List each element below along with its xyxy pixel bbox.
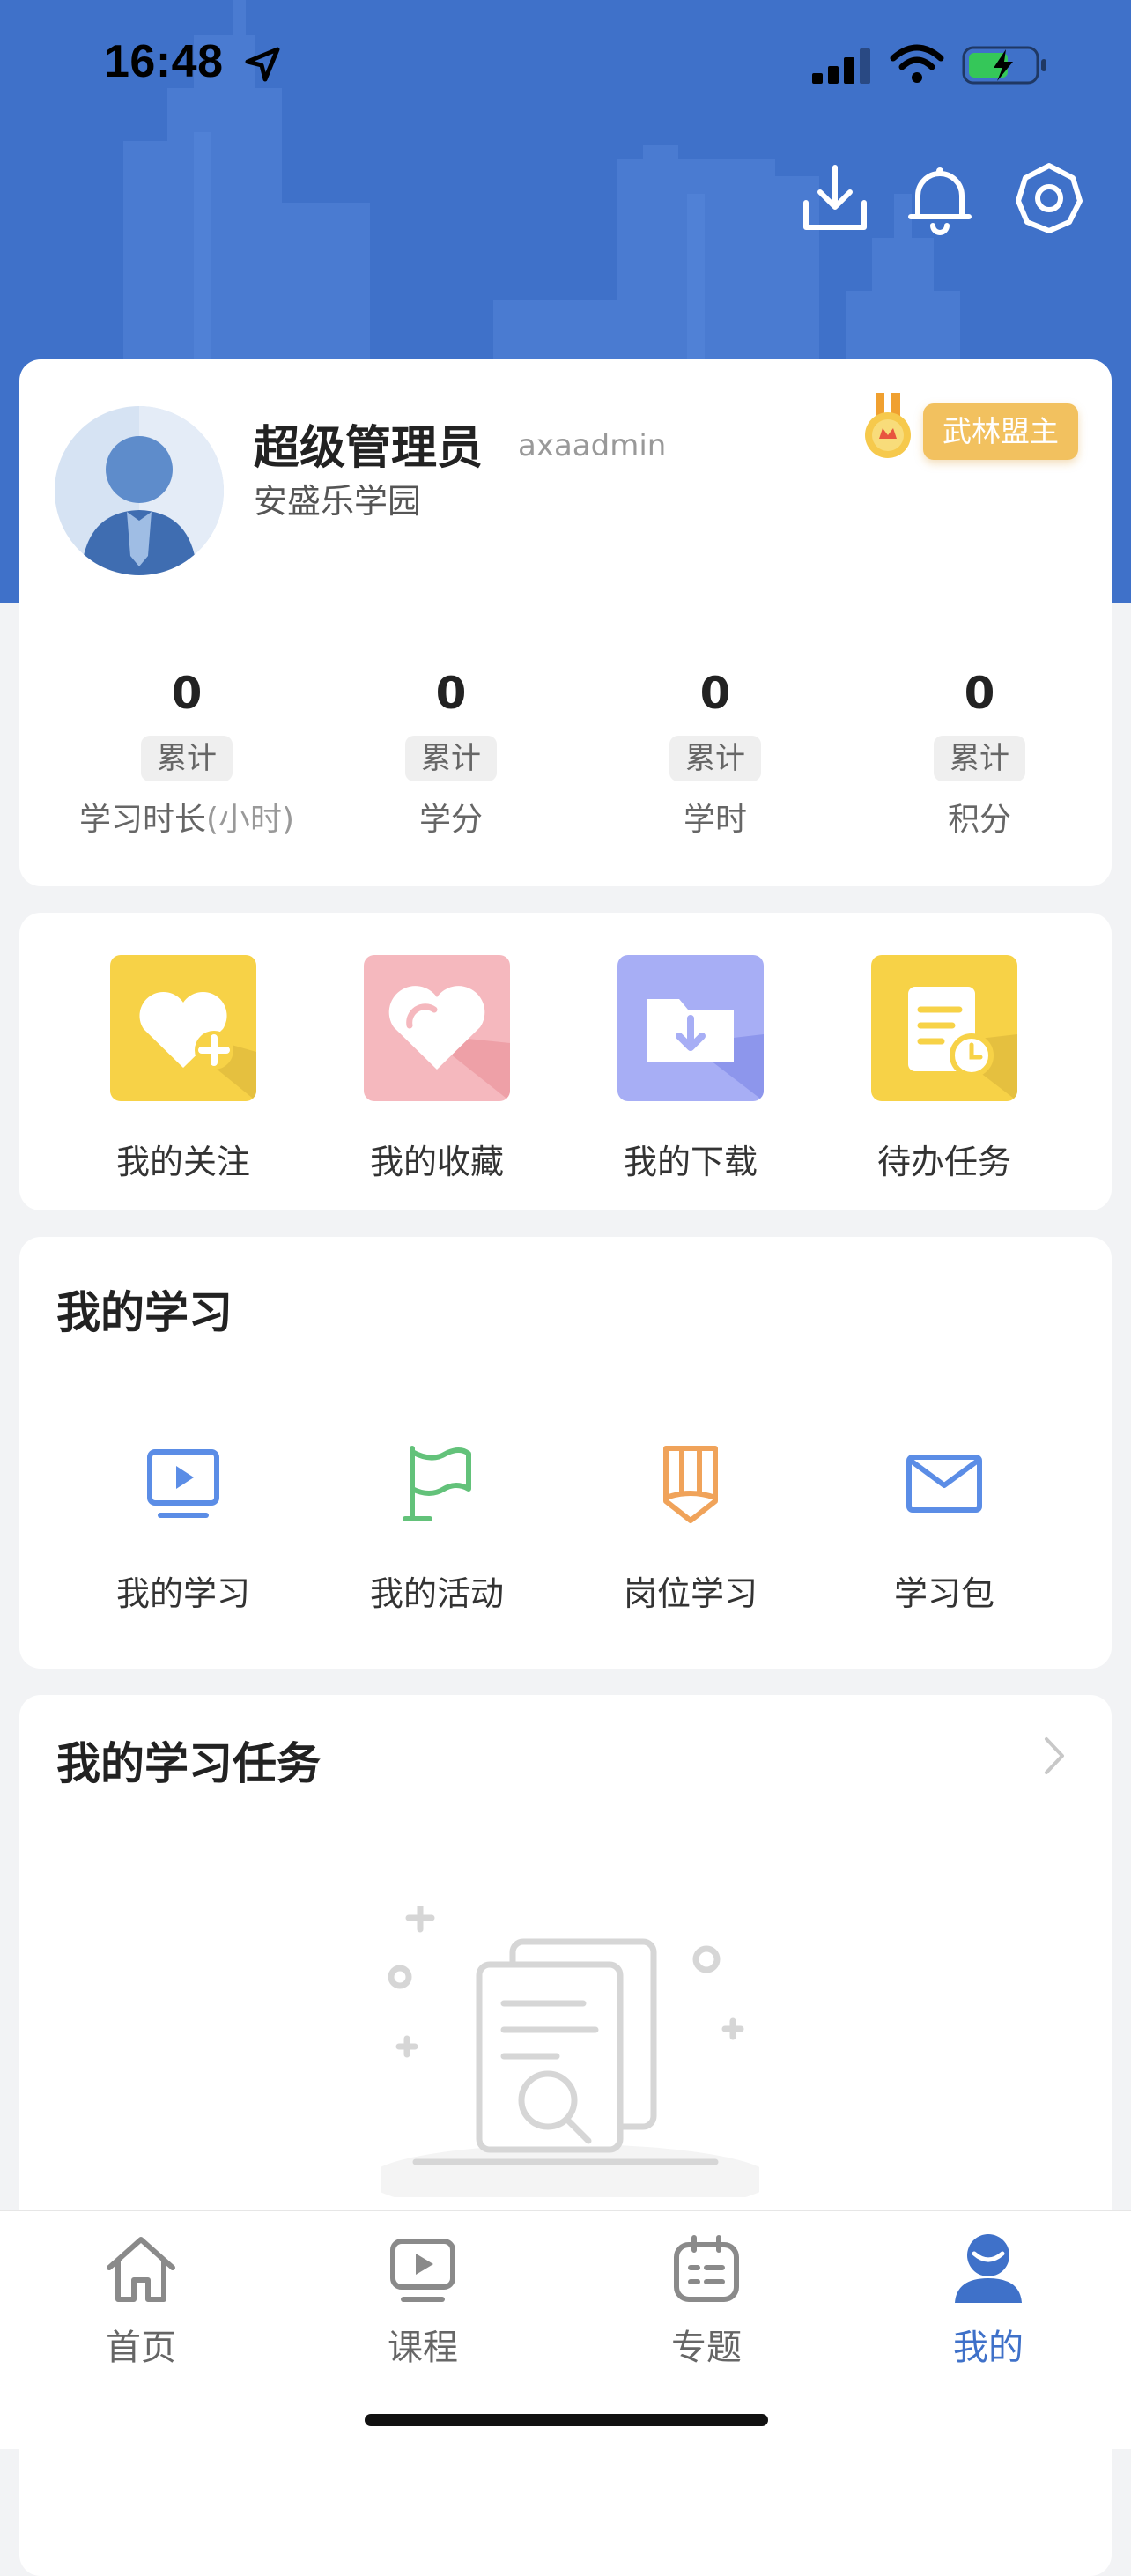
video-icon [390,2239,455,2302]
topic-icon [674,2235,739,2302]
study-item-position-learning[interactable]: 岗位学习 [585,1440,796,1615]
tab-topics[interactable]: 专题 [618,2229,795,2370]
tab-label: 首页 [106,2328,176,2368]
folder-download-icon [617,955,764,1101]
quick-item-todo[interactable]: 待办任务 [839,955,1050,1183]
medal-icon [865,393,911,458]
study-item-label: 岗位学习 [623,1574,758,1613]
stat-value: 0 [171,668,203,719]
stat-study-hours[interactable]: 0 累计 学习时长(小时) [55,663,319,840]
empty-state-illustration [381,1906,759,2197]
tab-label: 专题 [671,2328,742,2368]
stat-label-main: 学习时长 [78,802,206,838]
stat-value: 0 [699,668,731,719]
study-item-my-study[interactable]: 我的学习 [78,1440,289,1615]
quick-item-downloads[interactable]: 我的下载 [585,955,796,1183]
study-item-label: 我的学习 [115,1574,250,1613]
stat-credits[interactable]: 0 累计 学分 [319,663,583,840]
chevron-right-icon[interactable] [1041,1734,1068,1778]
rank-badge: 武林盟主 [923,403,1078,460]
tab-courses[interactable]: 课程 [335,2229,511,2370]
quick-item-label: 我的关注 [115,1143,250,1181]
pencil-badge-icon [663,1446,718,1523]
profile-card: 超级管理员 axaadmin 安盛乐学园 武林盟主 0 累计 学习时长(小时) … [19,359,1112,886]
bell-icon[interactable] [900,159,979,238]
flag-icon [403,1446,471,1521]
quick-item-label: 待办任务 [876,1143,1011,1181]
stat-tag: 累计 [669,736,761,781]
location-arrow-icon [245,47,280,82]
study-item-label: 我的活动 [369,1574,504,1613]
tab-label: 课程 [388,2328,458,2368]
heart-icon [364,955,510,1101]
stat-tag: 累计 [934,736,1025,781]
section-title: 我的学习 [56,1287,233,1338]
cellular-signal-icon [812,48,870,84]
quick-item-label: 我的下载 [623,1143,758,1181]
quick-actions-card: 我的关注 我的收藏 我的下载 待办任务 [19,913,1112,1210]
stat-tag: 累计 [141,736,233,781]
quick-item-favorites[interactable]: 我的收藏 [331,955,543,1183]
play-screen-icon [147,1449,219,1518]
stat-class-hours[interactable]: 0 累计 学时 [583,663,847,840]
my-study-card: 我的学习 我的学习 我的活动 岗位学习 学习包 [19,1237,1112,1669]
user-account: axaadmin [518,428,667,463]
quick-item-follow[interactable]: 我的关注 [78,955,289,1183]
document-clock-icon [871,955,1017,1101]
heart-plus-icon [110,955,256,1101]
download-icon[interactable] [795,159,875,238]
section-title: 我的学习任务 [56,1738,321,1789]
study-item-study-pack[interactable]: 学习包 [839,1440,1050,1615]
stat-value: 0 [964,668,995,719]
stat-points[interactable]: 0 累计 积分 [847,663,1112,840]
user-name: 超级管理员 [254,422,484,475]
stat-label: 学习时长(小时) [55,794,319,840]
home-icon [107,2237,175,2302]
status-bar: 16:48 [0,0,1131,123]
tab-mine[interactable]: 我的 [900,2229,1076,2370]
quick-item-label: 我的收藏 [369,1143,504,1181]
stat-tag: 累计 [405,736,497,781]
stats-row: 0 累计 学习时长(小时) 0 累计 学分 0 累计 学时 0 累计 积分 [19,663,1112,866]
battery-charging-icon [962,46,1046,85]
wifi-icon [890,44,944,83]
status-time: 16:48 [104,36,224,87]
stat-label: 积分 [947,802,1011,838]
envelope-icon [906,1455,982,1513]
gear-icon[interactable] [1009,159,1089,238]
user-icon [955,2234,1022,2303]
tab-home[interactable]: 首页 [53,2229,229,2370]
study-item-label: 学习包 [893,1574,994,1613]
organization: 安盛乐学园 [254,482,422,521]
home-indicator[interactable] [365,2414,768,2426]
stat-value: 0 [435,668,467,719]
tab-label: 我的 [953,2328,1024,2368]
stat-label-unit: (小时) [205,802,295,838]
stat-label: 学分 [418,802,483,838]
study-item-activities[interactable]: 我的活动 [331,1440,543,1615]
stat-label: 学时 [683,802,747,838]
avatar[interactable] [55,406,224,575]
